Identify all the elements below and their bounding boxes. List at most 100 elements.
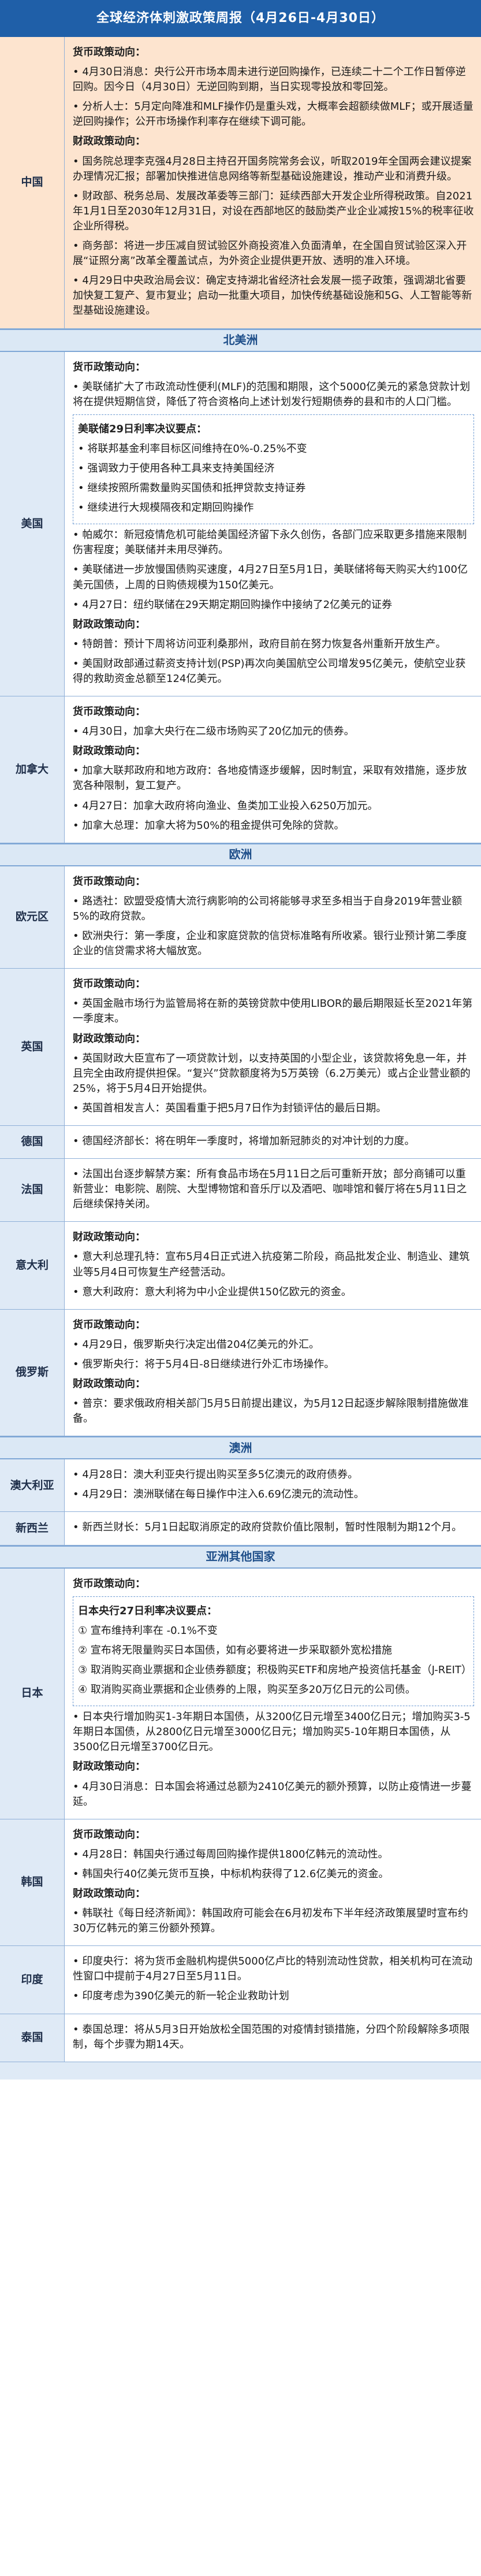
- country-label: 英国: [0, 969, 65, 1125]
- section-eurozone: 欧元区 货币政策动向： • 路透社：欧盟受疫情大流行病影响的公司将能够寻求至多相…: [0, 866, 481, 969]
- section-korea: 韩国 货币政策动向： • 4月28日：韩国央行通过每周回购操作提供1800亿韩元…: [0, 1819, 481, 1947]
- paragraph: • 美联储进一步放慢国债购买速度，4月27日至5月1日，美联储将每天购买大约10…: [73, 564, 468, 591]
- subheading: 货币政策动向：: [73, 1828, 146, 1841]
- subheading: 财政政策动向：: [73, 1032, 146, 1045]
- subheading: 财政政策动向：: [73, 1231, 146, 1244]
- paragraph: • 泰国总理：将从5月3日开始放松全国范围的对疫情封锁措施，分四个阶段解除多项限…: [73, 2023, 470, 2051]
- box-item: • 强调致力于使用各种工具来支持美国经济: [78, 462, 275, 475]
- paragraph: • 德国经济部长：将在明年一季度时，将增加新冠肺炎的对冲计划的力度。: [73, 1135, 415, 1147]
- section-content: 货币政策动向： • 4月29日，俄罗斯央行决定出借204亿美元的外汇。 • 俄罗…: [65, 1310, 481, 1436]
- box-item: • 继续进行大规模隔夜和定期回购操作: [78, 502, 254, 514]
- section-content: 货币政策动向： • 4月30日消息：央行公开市场本周未进行逆回购操作，已连续二十…: [65, 37, 481, 328]
- section-content: • 4月28日：澳大利亚央行提出购买至多5亿澳元的政府债券。 • 4月29日：澳…: [65, 1459, 481, 1511]
- box-title: 美联储29日利率决议要点：: [78, 422, 207, 435]
- subheading: 财政政策动向：: [73, 1760, 146, 1773]
- paragraph: • 印度央行：将为货币金融机构提供5000亿卢比的特别流动性贷款，相关机构可在流…: [73, 1955, 473, 1983]
- country-label: 韩国: [0, 1819, 65, 1946]
- subheading: 财政政策动向：: [73, 745, 146, 758]
- fomc-box: 美联储29日利率决议要点： • 将联邦基金利率目标区间维持在0%-0.25%不变…: [73, 414, 474, 525]
- country-label: 德国: [0, 1125, 65, 1159]
- paragraph: • 俄罗斯央行：将于5月4日-8日继续进行外汇市场操作。: [73, 1358, 335, 1370]
- country-label: 新西兰: [0, 1512, 65, 1545]
- region-header: 欧洲: [0, 843, 481, 866]
- section-content: 货币政策动向： • 4月28日：韩国央行通过每周回购操作提供1800亿韩元的流动…: [65, 1819, 481, 1946]
- section-content: 货币政策动向： • 英国金融市场行为监管局将在新的英镑贷款中使用LIBOR的最后…: [65, 969, 481, 1125]
- paragraph: • 英国财政大臣宣布了一项贷款计划，以支持英国的小型企业，该贷款将免息一年，并且…: [73, 1052, 471, 1095]
- section-canada: 加拿大 货币政策动向： • 4月30日，加拿大央行在二级市场购买了20亿加元的债…: [0, 696, 481, 843]
- subheading: 货币政策动向：: [73, 706, 146, 718]
- region-header: 亚洲其他国家: [0, 1545, 481, 1569]
- subheading: 财政政策动向：: [73, 135, 146, 148]
- section-content: 货币政策动向： • 4月30日，加拿大央行在二级市场购买了20亿加元的债券。 财…: [65, 696, 481, 843]
- country-label: 日本: [0, 1568, 65, 1819]
- section-usa: 美国 货币政策动向： • 美联储扩大了市政流动性便利(MLF)的范围和期限，这个…: [0, 351, 481, 697]
- box-item: ① 宣布维持利率在 -0.1%不变: [78, 1624, 218, 1637]
- paragraph: • 法国出台逐步解禁方案：所有食品市场在5月11日之后可重新开放；部分商铺可以重…: [73, 1168, 467, 1211]
- section-content: • 法国出台逐步解禁方案：所有食品市场在5月11日之后可重新开放；部分商铺可以重…: [65, 1159, 481, 1221]
- paragraph: • 美联储扩大了市政流动性便利(MLF)的范围和期限，这个5000亿美元的紧急贷…: [73, 380, 471, 408]
- subheading: 财政政策动向：: [73, 1887, 146, 1900]
- section-italy: 意大利 财政政策动向： • 意大利总理孔特：宣布5月4日正式进入抗疫第二阶段，商…: [0, 1222, 481, 1310]
- section-india: 印度 • 印度央行：将为货币金融机构提供5000亿卢比的特别流动性贷款，相关机构…: [0, 1946, 481, 2014]
- paragraph: • 韩国央行40亿美元货币互换，中标机构获得了12.6亿美元的资金。: [73, 1867, 389, 1880]
- paragraph: • 4月27日：纽约联储在29天期定期回购操作中接纳了2亿美元的证券: [73, 598, 393, 611]
- country-label: 加拿大: [0, 696, 65, 843]
- paragraph: • 意大利总理孔特：宣布5月4日正式进入抗疫第二阶段，商品批发企业、制造业、建筑…: [73, 1251, 470, 1278]
- paragraph: • 4月28日：澳大利亚央行提出购买至多5亿澳元的政府债券。: [73, 1469, 359, 1481]
- box-title: 日本央行27日利率决议要点：: [78, 1604, 218, 1617]
- paragraph: • 意大利政府：意大利将为中小企业提供150亿欧元的资金。: [73, 1285, 352, 1298]
- paragraph: • 商务部：将进一步压减自贸试验区外商投资准入负面清单，在全国自贸试验区深入开展…: [73, 240, 467, 268]
- paragraph: • 财政部、税务总局、发展改革委等三部门：延续西部大开发企业所得税政策。自202…: [73, 190, 474, 232]
- paragraph: • 国务院总理李克强4月28日主持召开国务院常务会议，听取2019年全国两会建议…: [73, 155, 472, 183]
- paragraph: • 4月30日消息：日本国会将通过总额为2410亿美元的额外预算，以防止疫情进一…: [73, 1780, 472, 1808]
- section-australia: 澳大利亚 • 4月28日：澳大利亚央行提出购买至多5亿澳元的政府债券。 • 4月…: [0, 1459, 481, 1513]
- paragraph: • 4月29日：澳洲联储在每日操作中注入6.69亿澳元的流动性。: [73, 1488, 364, 1501]
- section-content: 财政政策动向： • 意大利总理孔特：宣布5月4日正式进入抗疫第二阶段，商品批发企…: [65, 1222, 481, 1309]
- subheading: 货币政策动向：: [73, 1318, 146, 1331]
- paragraph: • 帕威尔：新冠疫情危机可能给美国经济留下永久创伤，各部门应采取更多措施来限制伤…: [73, 529, 467, 557]
- page: 全球经济体刺激政策周报（4月26日-4月30日） 中国 货币政策动向： • 4月…: [0, 0, 481, 2080]
- subheading: 货币政策动向：: [73, 875, 146, 888]
- paragraph: • 美国财政部通过薪资支持计划(PSP)再次向美国航空公司增发95亿美元，使航空…: [73, 657, 466, 685]
- paragraph: • 欧洲央行：第一季度，企业和家庭贷款的信贷标准略有所收紧。银行业预计第二季度企…: [73, 930, 467, 958]
- country-label: 美国: [0, 351, 65, 696]
- section-content: 货币政策动向： • 路透社：欧盟受疫情大流行病影响的公司将能够寻求至多相当于自身…: [65, 866, 481, 968]
- paragraph: • 加拿大联邦政府和地方政府：各地疫情逐步缓解，因时制宜，采取有效措施，逐步放宽…: [73, 765, 467, 792]
- paragraph: • 分析人士：5月定向降准和MLF操作仍是重头戏，大概率会超额续做MLF；或开展…: [73, 101, 473, 128]
- section-content: • 德国经济部长：将在明年一季度时，将增加新冠肺炎的对冲计划的力度。: [65, 1126, 481, 1158]
- subheading: 货币政策动向：: [73, 978, 146, 991]
- paragraph: • 普京：要求俄政府相关部门5月5日前提出建议，为5月12日起逐步解除限制措施做…: [73, 1398, 469, 1425]
- section-uk: 英国 货币政策动向： • 英国金融市场行为监管局将在新的英镑贷款中使用LIBOR…: [0, 969, 481, 1126]
- subheading: 财政政策动向：: [73, 1378, 146, 1390]
- paragraph: • 4月28日：韩国央行通过每周回购操作提供1800亿韩元的流动性。: [73, 1848, 389, 1860]
- box-item: • 将联邦基金利率目标区间维持在0%-0.25%不变: [78, 442, 307, 455]
- paragraph: • 4月30日消息：央行公开市场本周未进行逆回购操作，已连续二十二个工作日暂停逆…: [73, 66, 466, 94]
- region-header: 北美洲: [0, 328, 481, 352]
- paragraph: • 4月30日，加拿大央行在二级市场购买了20亿加元的债券。: [73, 725, 355, 738]
- section-content: • 泰国总理：将从5月3日开始放松全国范围的对疫情封锁措施，分四个阶段解除多项限…: [65, 2014, 481, 2062]
- country-label: 中国: [0, 37, 65, 328]
- subheading: 货币政策动向：: [73, 1577, 146, 1590]
- paragraph: • 4月29日中央政治局会议：确定支持湖北省经济社会发展一揽子政策，强调湖北省要…: [73, 275, 472, 317]
- country-label: 澳大利亚: [0, 1459, 65, 1512]
- country-label: 泰国: [0, 2014, 65, 2062]
- paragraph: • 日本央行增加购买1-3年期日本国债，从3200亿日元增至3400亿日元；增加…: [73, 1711, 471, 1754]
- section-thailand: 泰国 • 泰国总理：将从5月3日开始放松全国范围的对疫情封锁措施，分四个阶段解除…: [0, 2014, 481, 2062]
- country-label: 俄罗斯: [0, 1309, 65, 1436]
- section-newzealand: 新西兰 • 新西兰财长：5月1日起取消原定的政府贷款价值比限制，暂时性限制为期1…: [0, 1512, 481, 1545]
- box-item: • 继续按照所需数量购买国债和抵押贷款支持证券: [78, 482, 306, 495]
- paragraph: • 英国金融市场行为监管局将在新的英镑贷款中使用LIBOR的最后期限延长至202…: [73, 998, 473, 1025]
- box-item: ④ 取消购买商业票据和企业债券的上限，购买至多20万亿日元的公司债。: [78, 1684, 416, 1696]
- subheading: 货币政策动向：: [73, 361, 146, 373]
- section-content: • 印度央行：将为货币金融机构提供5000亿卢比的特别流动性贷款，相关机构可在流…: [65, 1946, 481, 2013]
- paragraph: • 4月29日，俄罗斯央行决定出借204亿美元的外汇。: [73, 1338, 320, 1351]
- section-content: 货币政策动向： 日本央行27日利率决议要点： ① 宣布维持利率在 -0.1%不变…: [65, 1569, 481, 1819]
- boj-box: 日本央行27日利率决议要点： ① 宣布维持利率在 -0.1%不变 ② 宣布将无限…: [73, 1596, 474, 1707]
- section-germany: 德国 • 德国经济部长：将在明年一季度时，将增加新冠肺炎的对冲计划的力度。: [0, 1125, 481, 1159]
- subheading: 财政政策动向：: [73, 618, 146, 631]
- section-content: 货币政策动向： • 美联储扩大了市政流动性便利(MLF)的范围和期限，这个500…: [65, 352, 481, 696]
- box-item: ② 宣布将无限量购买日本国债，如有必要将进一步采取额外宽松措施: [78, 1644, 392, 1656]
- section-russia: 俄罗斯 货币政策动向： • 4月29日，俄罗斯央行决定出借204亿美元的外汇。 …: [0, 1309, 481, 1437]
- paragraph: • 英国首相发言人：英国看重于把5月7日作为封锁评估的最后日期。: [73, 1102, 387, 1114]
- section-content: • 新西兰财长：5月1日起取消原定的政府贷款价值比限制，暂时性限制为期12个月。: [65, 1512, 481, 1544]
